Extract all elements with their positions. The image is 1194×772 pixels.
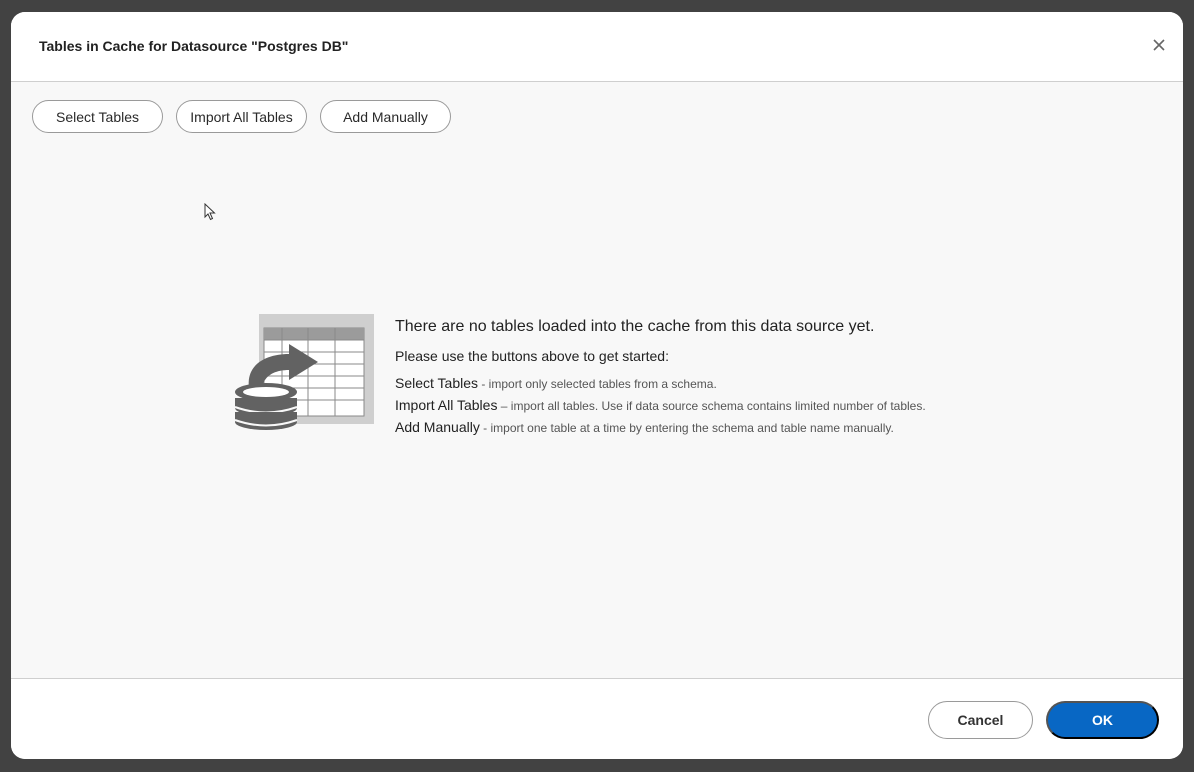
dialog: Tables in Cache for Datasource "Postgres… [11,12,1183,759]
empty-state-subtitle: Please use the buttons above to get star… [395,348,669,364]
dialog-header: Tables in Cache for Datasource "Postgres… [11,12,1183,82]
cancel-button[interactable]: Cancel [928,701,1033,739]
dialog-body: Select Tables Import All Tables Add Manu… [11,82,1183,678]
mouse-cursor-icon [204,203,216,221]
import-all-tables-button[interactable]: Import All Tables [176,100,307,133]
help-term: Select Tables [395,375,479,391]
database-table-import-icon [234,314,374,430]
dialog-title: Tables in Cache for Datasource "Postgres… [39,38,349,54]
add-manually-button[interactable]: Add Manually [320,100,451,133]
empty-state-title: There are no tables loaded into the cach… [395,318,875,335]
ok-button[interactable]: OK [1046,701,1159,739]
help-term: Import All Tables [395,397,498,413]
empty-state-message: There are no tables loaded into the cach… [395,314,926,439]
help-line-import-all-tables: Import All Tables – import all tables. U… [395,395,926,417]
help-desc: - import only selected tables from a sch… [478,377,717,391]
help-line-select-tables: Select Tables - import only selected tab… [395,373,926,395]
help-term: Add Manually [395,419,480,435]
dialog-footer: Cancel OK [11,678,1183,759]
close-icon[interactable] [1151,37,1167,53]
help-line-add-manually: Add Manually - import one table at a tim… [395,417,926,439]
help-desc: – import all tables. Use if data source … [497,399,926,413]
select-tables-button[interactable]: Select Tables [32,100,163,133]
empty-state: There are no tables loaded into the cach… [234,314,926,439]
toolbar: Select Tables Import All Tables Add Manu… [32,100,464,133]
help-desc: - import one table at a time by entering… [479,421,894,435]
